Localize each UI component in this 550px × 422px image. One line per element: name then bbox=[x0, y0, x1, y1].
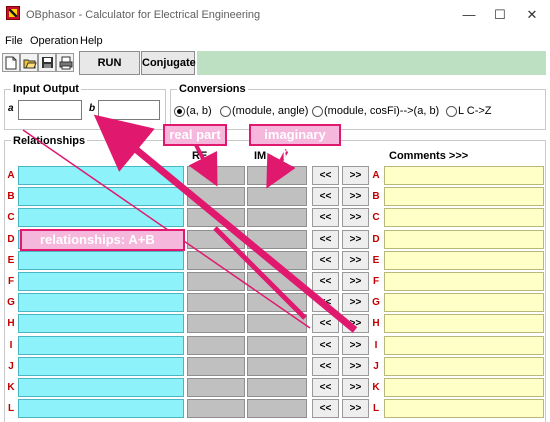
arrow-to-re bbox=[188, 142, 218, 187]
annotation-imaginary-part: imaginary part bbox=[249, 124, 341, 160]
annotation-relationships: relationships: A+B bbox=[20, 229, 185, 251]
arrow-h-to-relationship bbox=[213, 226, 307, 320]
annotation-arrows bbox=[22, 114, 358, 333]
annotation-real-part: real part bbox=[163, 124, 227, 146]
